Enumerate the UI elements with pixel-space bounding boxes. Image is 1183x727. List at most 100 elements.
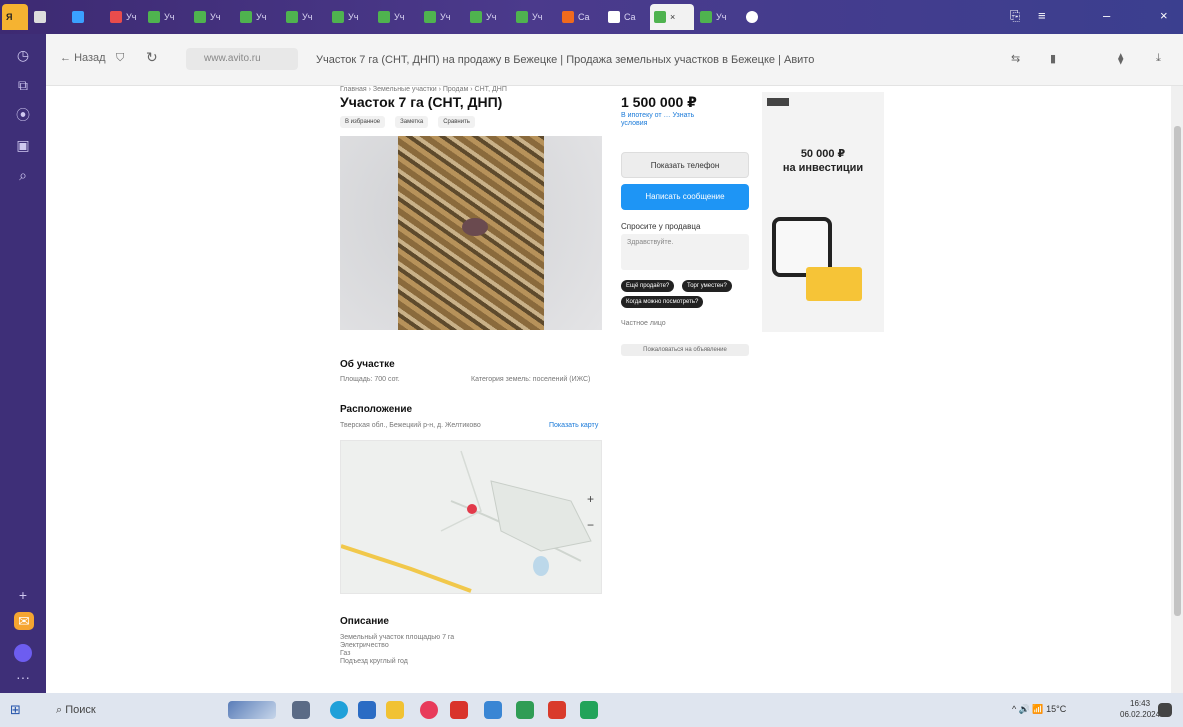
download-icon[interactable]: ⤓ (1156, 52, 1161, 65)
downloads-icon[interactable]: ⦿ (14, 106, 32, 124)
location-map[interactable]: + − (340, 440, 602, 594)
browser-tab[interactable]: Уч (236, 4, 280, 30)
map-pin-icon (467, 504, 477, 514)
bookmark-add-icon[interactable]: ▮ (1050, 52, 1056, 65)
news-icon[interactable]: ▣ (14, 136, 32, 154)
mail-app-icon[interactable] (358, 701, 376, 719)
tab-favicon (562, 11, 574, 23)
history-icon[interactable]: ◷ (14, 46, 32, 64)
tab-favicon (608, 11, 620, 23)
minimize-icon[interactable]: – (1103, 8, 1110, 23)
breadcrumb[interactable]: Главная › Земельные участки › Продам › С… (340, 86, 580, 93)
browser-logo[interactable]: Я (2, 4, 28, 30)
alice-icon[interactable] (742, 4, 762, 30)
tab-label: Уч (716, 12, 727, 22)
pdf-reader-icon[interactable] (548, 701, 566, 719)
browser-tab[interactable]: Уч (328, 4, 372, 30)
quick-question-chip[interactable]: Торг уместен? (682, 280, 732, 292)
ad-caption: на инвестиции (782, 162, 864, 174)
close-window-icon[interactable]: × (1160, 8, 1168, 23)
menu-icon[interactable]: ≡ (1038, 8, 1046, 23)
mortgage-link[interactable]: В ипотеку от … Узнать условия (621, 112, 721, 128)
browser-tab[interactable]: Уч (374, 4, 418, 30)
edge-icon[interactable] (330, 701, 348, 719)
windows-start-icon[interactable]: ⊞ (10, 703, 24, 717)
browser-tab[interactable]: Уч (282, 4, 326, 30)
tab-favicon (72, 11, 84, 23)
browser-tab[interactable]: Уч (144, 4, 188, 30)
browser-tab[interactable] (68, 4, 104, 30)
search-icon[interactable]: ⌕ (14, 166, 32, 184)
more-icon[interactable]: ··· (14, 668, 32, 686)
browser-tab[interactable]: Ca (604, 4, 648, 30)
tab-label: Уч (532, 12, 543, 22)
browser-tab[interactable]: Ca (558, 4, 602, 30)
tab-favicon (470, 11, 482, 23)
ask-seller-input[interactable]: Здравствуйте. (621, 234, 749, 270)
scrollbar-thumb[interactable] (1174, 126, 1181, 616)
seller-note: Частное лицо (621, 320, 666, 327)
about-area: Площадь: 700 сот. (340, 376, 400, 383)
browser-tab[interactable]: Уч (466, 4, 510, 30)
close-icon[interactable]: × (670, 12, 675, 22)
listing-photo[interactable] (340, 136, 602, 330)
zoom-in-icon[interactable]: + (587, 492, 594, 506)
zoom-out-icon[interactable]: − (587, 518, 594, 532)
browser-tab[interactable]: Уч (696, 4, 740, 30)
weather-widget-icon[interactable] (228, 701, 276, 719)
map-graphic: + − (341, 450, 594, 593)
map-area (490, 480, 592, 552)
note-button[interactable]: Заметка (395, 116, 429, 128)
collections-icon[interactable]: ⧉ (14, 76, 32, 94)
browser-tab[interactable]: Уч (190, 4, 234, 30)
excel-icon[interactable] (580, 701, 598, 719)
price: 1 500 000 ₽ (621, 94, 697, 110)
reload-icon[interactable]: ↻ (146, 49, 158, 66)
description-heading: Описание (340, 616, 389, 627)
compare-button[interactable]: Сравнить (438, 116, 475, 128)
description-line: Газ (340, 650, 351, 657)
favorite-button[interactable]: В избранное (340, 116, 386, 128)
add-icon[interactable]: + (14, 586, 32, 604)
quick-question-chip[interactable]: Когда можно посмотреть? (621, 296, 704, 308)
clock-time: 16:43 (1130, 699, 1151, 708)
scrollbar[interactable] (1171, 86, 1183, 693)
mail-icon[interactable]: ✉ (14, 612, 34, 630)
clock[interactable]: 16:43 06.02.2024 (1120, 698, 1160, 720)
quick-question-chip[interactable]: Ещё продаёте? (621, 280, 675, 292)
show-map-link[interactable]: Показать карту (549, 422, 598, 429)
extensions-icon[interactable]: ⧫ (1118, 52, 1123, 65)
tab-label: Уч (348, 12, 359, 22)
browser-tab[interactable]: Уч (512, 4, 556, 30)
system-tray[interactable]: ^ 🔊 📶 15°C (1012, 704, 1066, 715)
back-button[interactable]: ← Назад (60, 52, 106, 64)
url-field[interactable]: www.avito.ru (186, 48, 298, 70)
taskbar-search[interactable]: ⌕ Поиск (56, 704, 96, 717)
browser-tab[interactable] (30, 4, 66, 30)
file-explorer-icon[interactable] (386, 701, 404, 719)
tab-label: Ca (624, 12, 636, 22)
write-message-button[interactable]: Написать сообщение (621, 184, 749, 210)
translate-icon[interactable]: ⇆ (1011, 52, 1020, 65)
bookmark-icon[interactable]: ⎘ (1010, 8, 1020, 24)
notifications-icon[interactable] (1158, 703, 1172, 717)
alice-assistant-icon[interactable] (14, 644, 32, 662)
ad-card-illustration (806, 267, 862, 301)
browser-tab[interactable]: Уч (106, 4, 142, 30)
yandex-browser-icon[interactable] (420, 701, 438, 719)
mushroom-cap (462, 218, 488, 236)
ad-banner[interactable]: 50 000 ₽ на инвестиции (762, 92, 884, 332)
browser-tab[interactable]: Уч (420, 4, 464, 30)
listing-actions: В избранное Заметка Сравнить (340, 116, 475, 128)
tab-label: Уч (210, 12, 221, 22)
protect-icon[interactable]: ⛉ (116, 52, 124, 65)
report-button[interactable]: Пожаловаться на объявление (621, 344, 749, 356)
show-phone-button[interactable]: Показать телефон (621, 152, 749, 178)
tab-favicon (654, 11, 666, 23)
task-view-icon[interactable] (292, 701, 310, 719)
app-icon[interactable] (484, 701, 502, 719)
app-icon[interactable] (516, 701, 534, 719)
tab-favicon (700, 11, 712, 23)
browser-tab-active[interactable]: × (650, 4, 694, 30)
yandex-icon[interactable] (450, 701, 468, 719)
